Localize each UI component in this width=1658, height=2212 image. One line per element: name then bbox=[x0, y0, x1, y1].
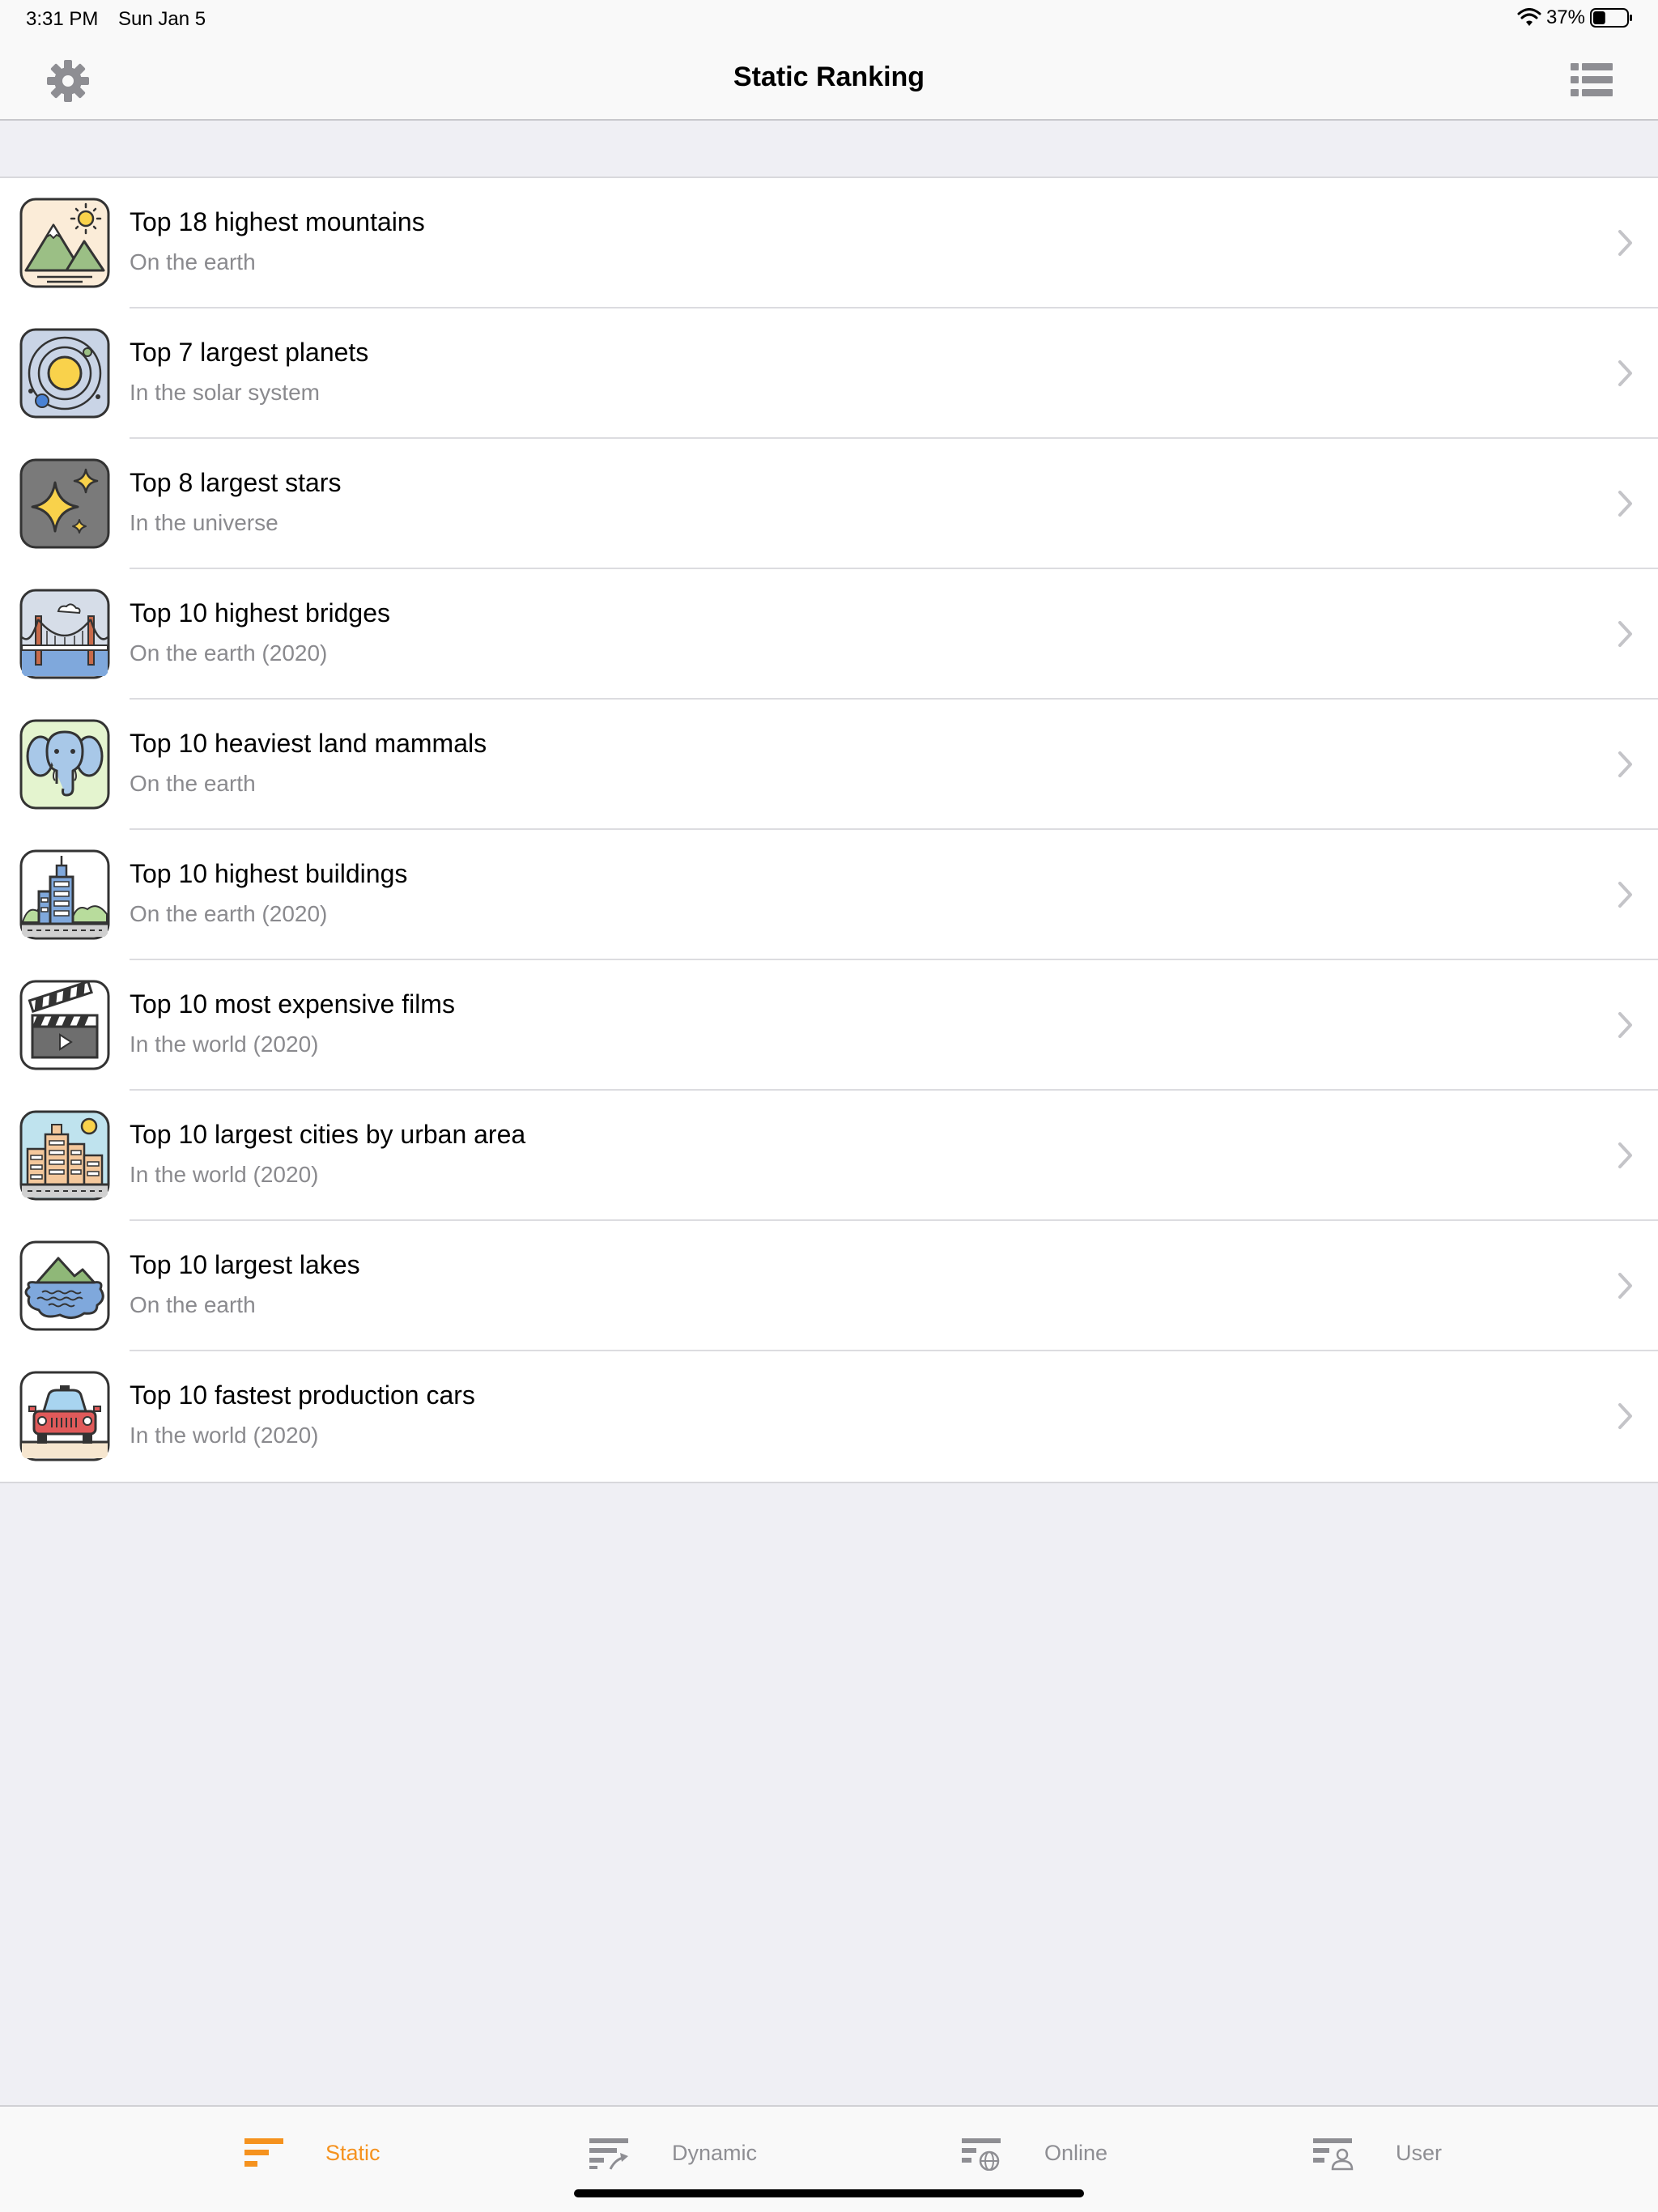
ranking-subtitle: On the earth (2020) bbox=[130, 901, 328, 926]
status-bar: 3:31 PM Sun Jan 5 37% bbox=[0, 0, 1658, 37]
lake-icon bbox=[19, 1240, 110, 1331]
chevron-right-icon bbox=[1618, 882, 1632, 908]
elephant-icon bbox=[19, 719, 110, 810]
mountain-icon bbox=[19, 198, 110, 288]
battery-icon bbox=[1590, 8, 1632, 28]
ranking-title: Top 7 largest planets bbox=[130, 338, 369, 367]
tab-label: Static bbox=[325, 2140, 380, 2165]
tab-static[interactable]: Static bbox=[243, 2133, 380, 2173]
ranking-title: Top 10 fastest production cars bbox=[130, 1380, 475, 1410]
ranking-row-cars[interactable]: Top 10 fastest production cars In the wo… bbox=[0, 1351, 1658, 1482]
city-icon bbox=[19, 1110, 110, 1201]
ranking-subtitle: In the world (2020) bbox=[130, 1162, 319, 1187]
wifi-icon bbox=[1517, 8, 1541, 26]
navigation-bar: Static Ranking bbox=[0, 37, 1658, 121]
clapperboard-icon bbox=[19, 980, 110, 1070]
battery-percent: 37% bbox=[1545, 6, 1585, 28]
ranking-title: Top 10 heaviest land mammals bbox=[130, 729, 487, 758]
ranking-title: Top 10 highest buildings bbox=[130, 859, 408, 888]
ranking-subtitle: On the earth (2020) bbox=[130, 640, 328, 666]
tab-dynamic[interactable]: Dynamic bbox=[588, 2133, 757, 2173]
chevron-right-icon bbox=[1618, 360, 1632, 386]
ranking-title: Top 10 largest lakes bbox=[130, 1250, 360, 1279]
ranking-row-films[interactable]: Top 10 most expensive films In the world… bbox=[0, 960, 1658, 1091]
ranking-title: Top 10 most expensive films bbox=[130, 989, 455, 1019]
chevron-right-icon bbox=[1618, 491, 1632, 517]
ranking-row-buildings[interactable]: Top 10 highest buildings On the earth (2… bbox=[0, 830, 1658, 960]
chevron-right-icon bbox=[1618, 751, 1632, 777]
online-tab-icon bbox=[962, 2138, 1001, 2171]
ranking-row-planets[interactable]: Top 7 largest planets In the solar syste… bbox=[0, 308, 1658, 439]
car-icon bbox=[19, 1371, 110, 1461]
list-icon[interactable] bbox=[1571, 62, 1613, 99]
status-date: Sun Jan 5 bbox=[118, 8, 206, 30]
ranking-subtitle: On the earth bbox=[130, 249, 256, 274]
ranking-subtitle: In the world (2020) bbox=[130, 1423, 319, 1448]
chevron-right-icon bbox=[1618, 621, 1632, 647]
bridge-icon bbox=[19, 589, 110, 679]
status-indicators: 37% bbox=[1517, 6, 1634, 29]
tab-user[interactable]: User bbox=[1312, 2133, 1442, 2173]
tab-online[interactable]: Online bbox=[960, 2133, 1107, 2173]
chevron-right-icon bbox=[1618, 1273, 1632, 1299]
static-tab-icon bbox=[244, 2138, 283, 2167]
ranking-title: Top 10 largest cities by urban area bbox=[130, 1120, 526, 1149]
ranking-subtitle: On the earth bbox=[130, 1292, 256, 1317]
ranking-row-bridges[interactable]: Top 10 highest bridges On the earth (202… bbox=[0, 569, 1658, 700]
chevron-right-icon bbox=[1618, 1012, 1632, 1038]
tab-label: Dynamic bbox=[672, 2140, 758, 2165]
buildings-icon bbox=[19, 849, 110, 940]
ranking-row-cities[interactable]: Top 10 largest cities by urban area In t… bbox=[0, 1091, 1658, 1221]
tab-label: User bbox=[1396, 2140, 1443, 2165]
page-title: Static Ranking bbox=[733, 62, 925, 92]
ranking-subtitle: In the world (2020) bbox=[130, 1032, 319, 1057]
ranking-title: Top 8 largest stars bbox=[130, 468, 342, 497]
ranking-subtitle: In the solar system bbox=[130, 380, 320, 405]
ranking-title: Top 18 highest mountains bbox=[130, 207, 425, 236]
ranking-row-stars[interactable]: Top 8 largest stars In the universe bbox=[0, 439, 1658, 569]
ranking-row-mountains[interactable]: Top 18 highest mountains On the earth bbox=[0, 178, 1658, 308]
user-tab-icon bbox=[1313, 2138, 1354, 2171]
stars-icon bbox=[19, 458, 110, 549]
chevron-right-icon bbox=[1618, 1142, 1632, 1168]
dynamic-tab-icon bbox=[589, 2138, 628, 2170]
ranking-list: Top 18 highest mountains On the earth To… bbox=[0, 177, 1658, 1483]
chevron-right-icon bbox=[1618, 1403, 1632, 1429]
status-time: 3:31 PM bbox=[26, 8, 99, 30]
planet-icon bbox=[19, 328, 110, 419]
tab-label: Online bbox=[1044, 2140, 1108, 2165]
ranking-subtitle: On the earth bbox=[130, 771, 256, 796]
home-indicator[interactable] bbox=[574, 2189, 1084, 2197]
ranking-row-mammals[interactable]: Top 10 heaviest land mammals On the eart… bbox=[0, 700, 1658, 830]
chevron-right-icon bbox=[1618, 230, 1632, 256]
ranking-row-lakes[interactable]: Top 10 largest lakes On the earth bbox=[0, 1221, 1658, 1351]
ranking-subtitle: In the universe bbox=[130, 510, 278, 535]
ranking-title: Top 10 highest bridges bbox=[130, 598, 390, 627]
app-root: 3:31 PM Sun Jan 5 37% Static Ranking Top… bbox=[0, 0, 1658, 2212]
